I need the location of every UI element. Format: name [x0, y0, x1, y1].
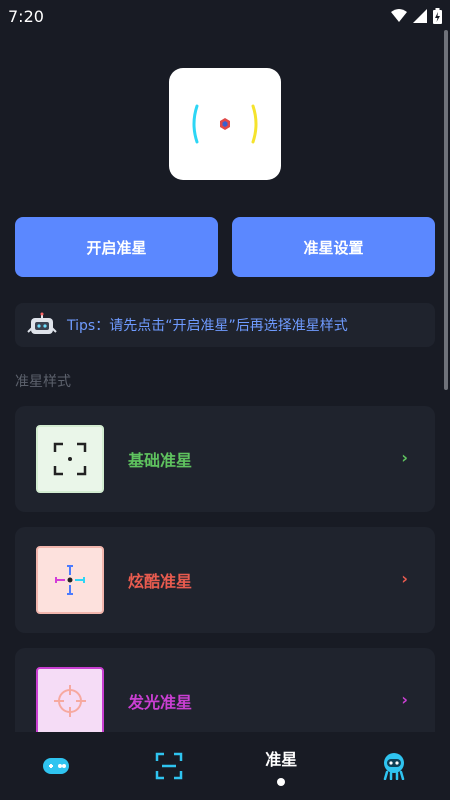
style-card-cool[interactable]: 炫酷准星 › [15, 527, 435, 633]
nav-tab-profile[interactable] [338, 732, 450, 800]
wifi-icon [391, 9, 407, 22]
tips-banner: Tips：请先点击“开启准星”后再选择准星样式 [15, 303, 435, 347]
robot-avatar-icon [383, 753, 404, 780]
nav-tab-game[interactable] [0, 732, 113, 800]
cellular-signal-icon [413, 9, 427, 23]
status-bar: 7:20 [0, 0, 450, 32]
glowing-crosshair-thumbnail [36, 667, 104, 732]
nav-tab-crosshair[interactable]: 准星 [225, 732, 338, 800]
cool-crosshair-icon [55, 565, 85, 595]
crosshair-settings-button[interactable]: 准星设置 [232, 217, 435, 277]
basic-crosshair-icon [53, 442, 87, 476]
tips-text: Tips：请先点击“开启准星”后再选择准星样式 [67, 318, 348, 334]
gamepad-icon [43, 758, 70, 774]
open-crosshair-button[interactable]: 开启准星 [15, 217, 218, 277]
bottom-nav: 准星 [0, 732, 450, 800]
app-logo [169, 68, 281, 180]
style-card-basic[interactable]: 基础准星 › [15, 406, 435, 512]
cool-crosshair-thumbnail [36, 546, 104, 614]
chevron-right-icon: › [401, 690, 408, 709]
nav-tab-crosshair-label: 准星 [265, 750, 298, 769]
status-icons [391, 8, 442, 24]
chevron-right-icon: › [401, 448, 408, 467]
active-tab-indicator [277, 778, 286, 786]
scrollbar[interactable] [444, 30, 448, 390]
basic-crosshair-thumbnail [36, 425, 104, 493]
basic-crosshair-label: 基础准星 [128, 451, 193, 470]
scan-frame-icon [155, 752, 182, 780]
section-title: 准星样式 [15, 374, 71, 390]
chevron-right-icon: › [401, 569, 408, 588]
crosshair-logo-icon [192, 104, 258, 144]
glowing-crosshair-icon [54, 685, 86, 717]
nav-tab-scan[interactable] [113, 732, 226, 800]
status-time: 7:20 [8, 6, 44, 26]
style-card-glowing[interactable]: 发光准星 › [15, 648, 435, 732]
battery-icon [433, 8, 442, 24]
robot-mascot-icon [27, 312, 57, 334]
cool-crosshair-label: 炫酷准星 [128, 572, 193, 591]
glowing-crosshair-label: 发光准星 [128, 693, 193, 712]
